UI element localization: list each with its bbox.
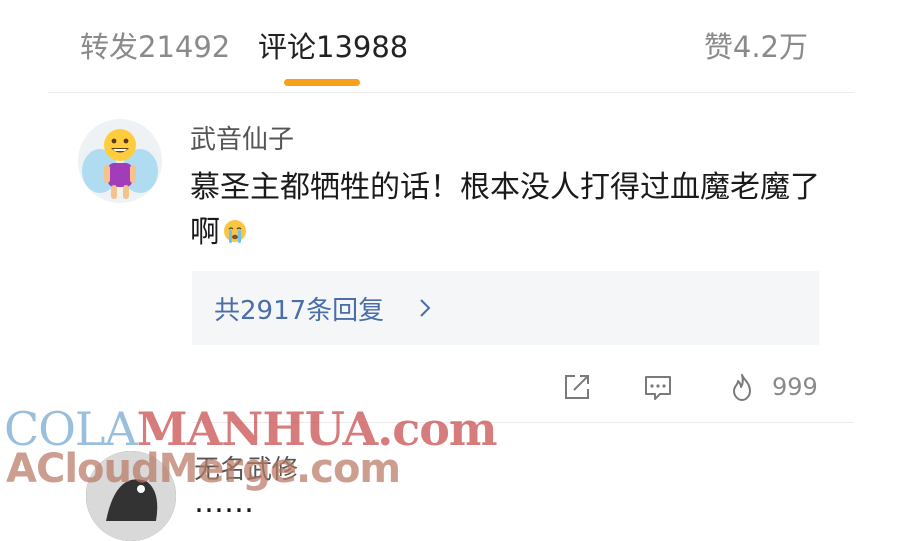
chevron-right-icon (420, 299, 431, 317)
fairy-avatar-icon (82, 129, 158, 199)
share-icon[interactable] (561, 371, 593, 403)
tab-comment[interactable]: 评论13988 (258, 24, 408, 66)
active-tab-indicator (284, 79, 360, 86)
comment-tabs: 转发21492 评论13988 赞4.2万 (0, 0, 900, 92)
tab-repost[interactable]: 转发21492 (80, 24, 230, 66)
avatar[interactable] (78, 119, 162, 203)
comment-username[interactable]: 武音仙子 (190, 119, 294, 156)
comment-item: 武音仙子 慕圣主都牺牲的话！根本没人打得过血魔老魔了啊 共2917条回复 999 (0, 93, 900, 423)
comment-icon[interactable] (642, 371, 674, 403)
reply-summary-box[interactable]: 共2917条回复 (192, 271, 819, 345)
tab-like[interactable]: 赞4.2万 (704, 24, 808, 66)
comment-text: 慕圣主都牺牲的话！根本没人打得过血魔老魔了啊 (190, 165, 840, 255)
crying-face-icon (224, 220, 246, 243)
fire-like-icon[interactable] (726, 371, 758, 403)
like-count: 999 (772, 373, 818, 401)
reply-summary-link[interactable]: 共2917条回复 (214, 290, 384, 327)
comment-body: 慕圣主都牺牲的话！根本没人打得过血魔老魔了啊 (190, 170, 820, 250)
watermark: ACloudMerge.com (6, 446, 401, 492)
